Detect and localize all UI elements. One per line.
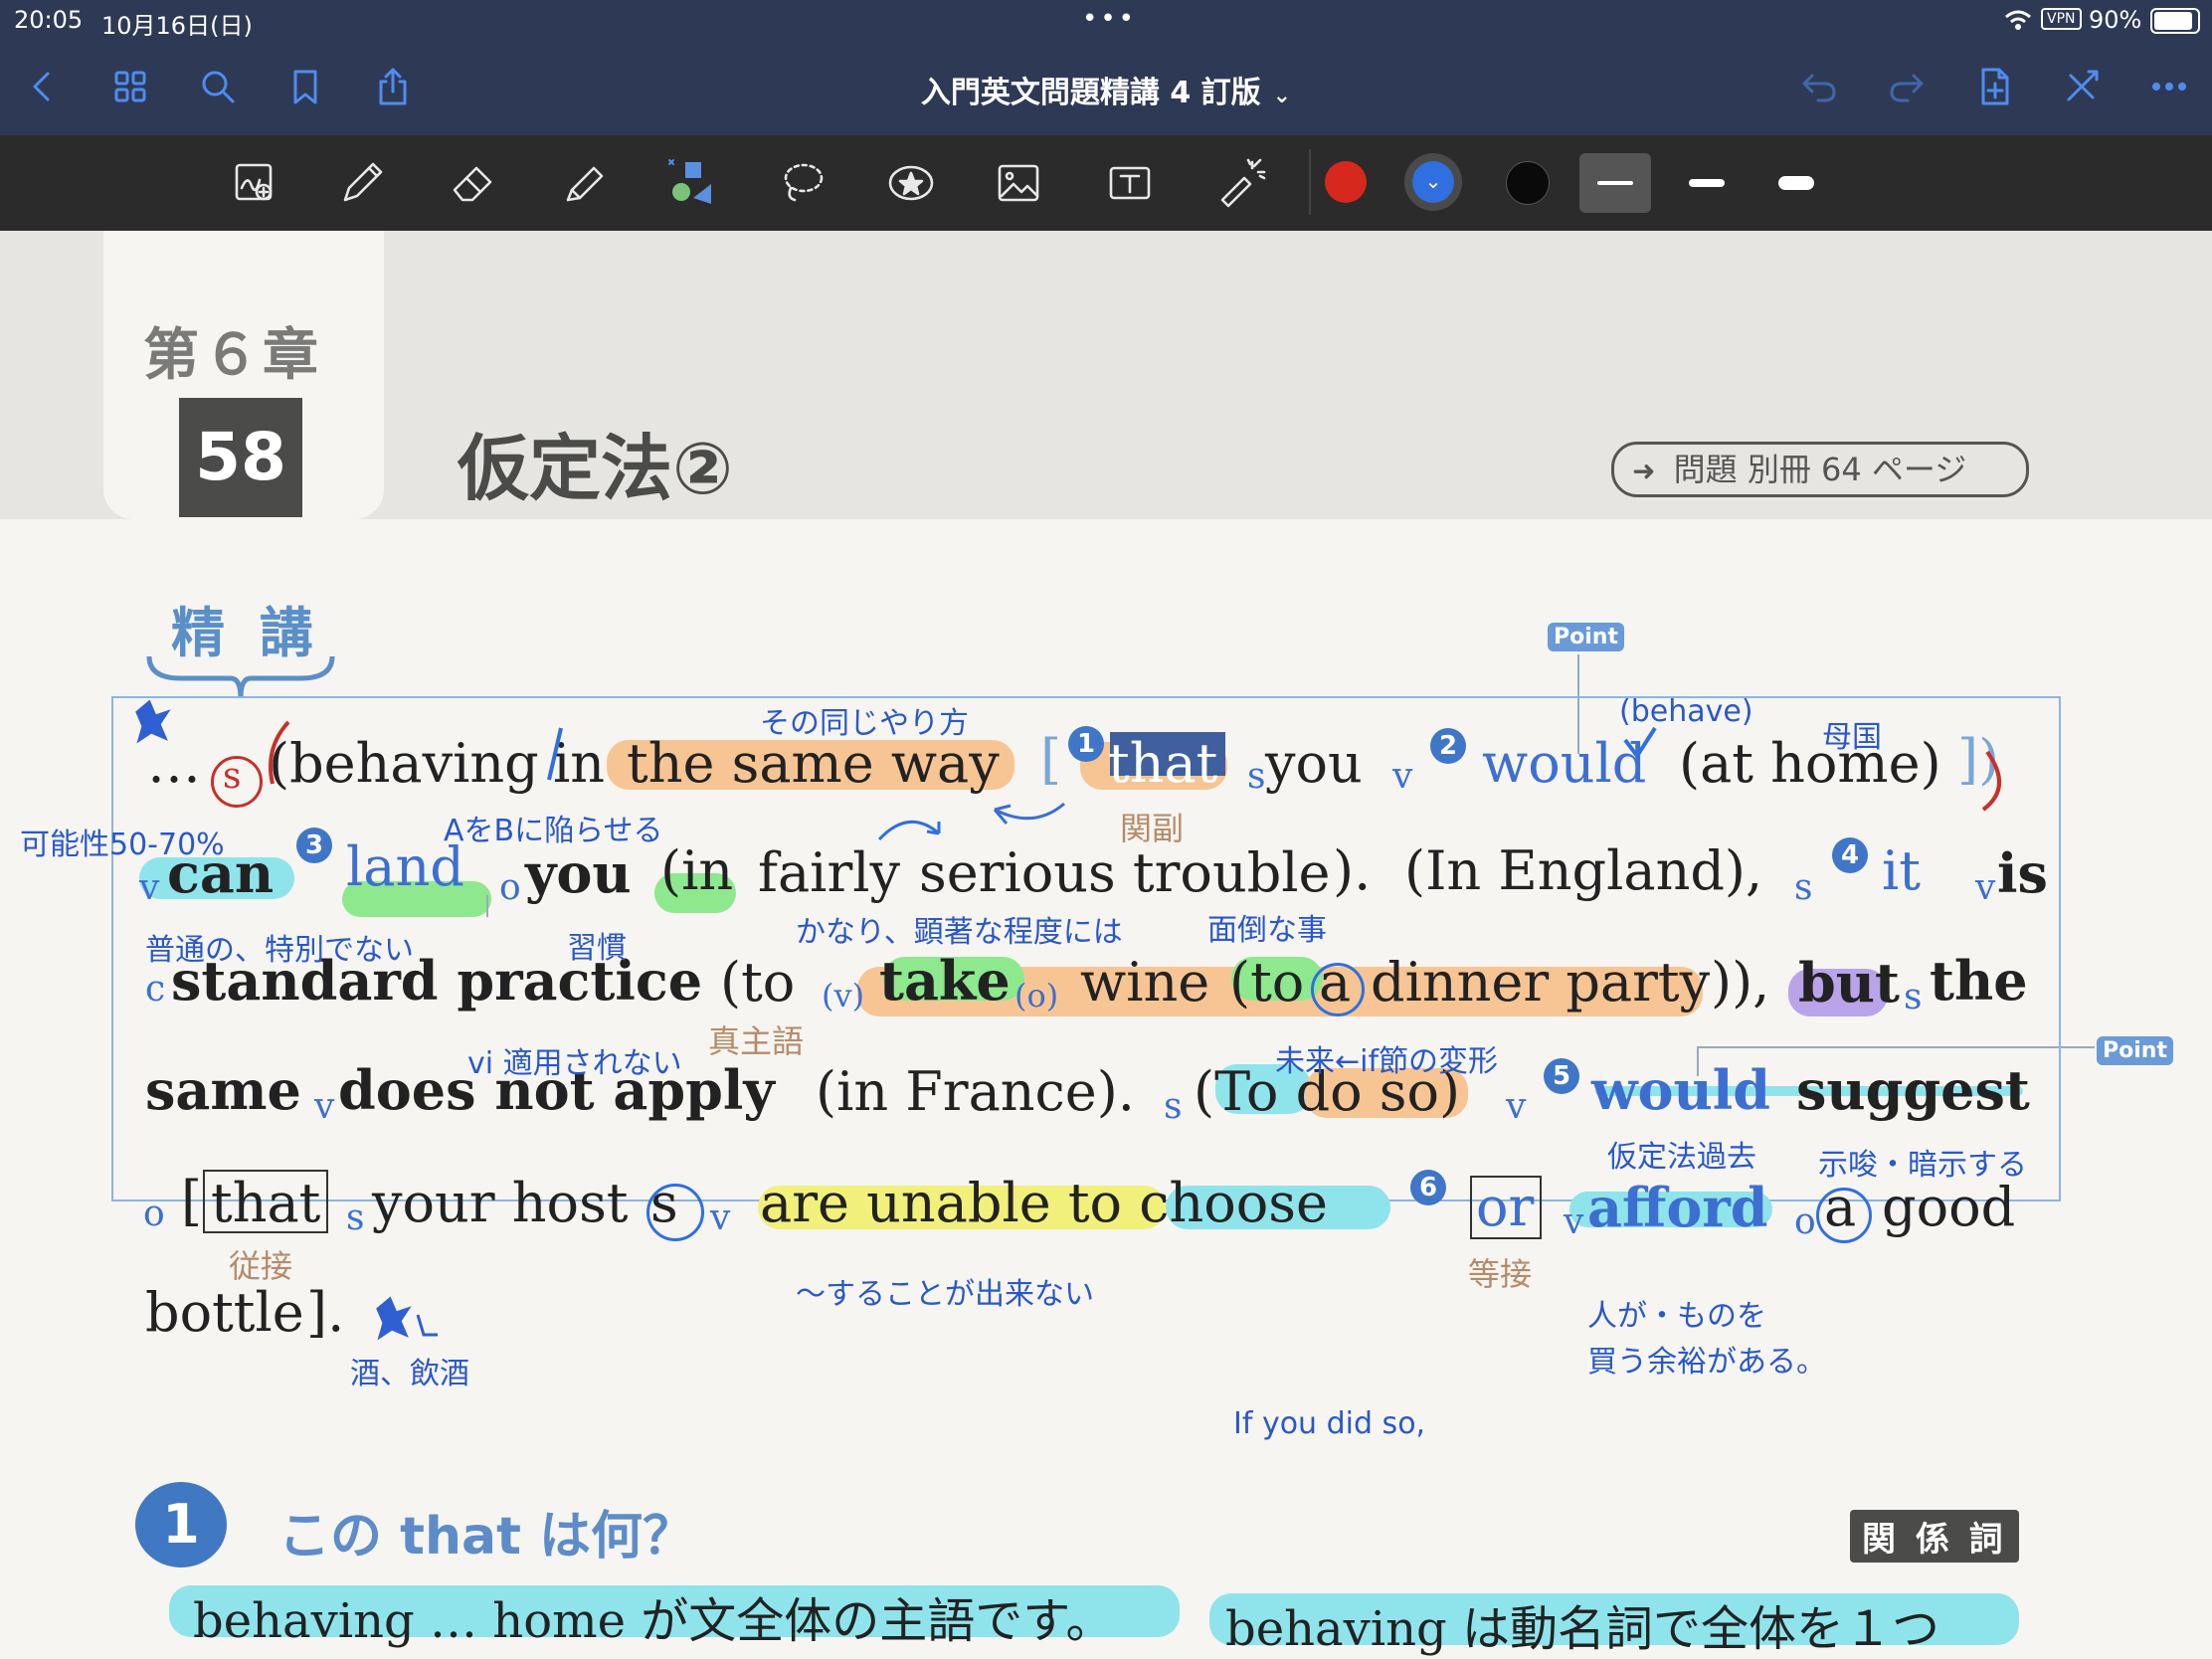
wifi-icon xyxy=(2003,8,2033,38)
explanation-text: behaving は動名詞で全体を１つ xyxy=(1225,1601,1940,1657)
color-blue-swatch-selected[interactable]: ⌄ xyxy=(1404,153,1462,211)
annotation-toolbar: ⌄ xyxy=(0,135,2212,231)
shapes-icon[interactable] xyxy=(660,153,724,213)
text-tool-icon[interactable] xyxy=(1098,153,1162,213)
lasso-icon[interactable] xyxy=(772,153,835,213)
color-red-swatch[interactable] xyxy=(1325,161,1367,203)
multitask-dots[interactable]: ••• xyxy=(1082,4,1137,34)
image-icon[interactable] xyxy=(987,153,1050,213)
add-page-icon[interactable] xyxy=(1967,60,2021,113)
question-title: この that は何？ xyxy=(278,1507,695,1567)
more-icon[interactable] xyxy=(2142,60,2196,113)
pen-strokes xyxy=(135,699,2002,1341)
topic-tag: 関 係 詞 xyxy=(1850,1510,2019,1563)
status-bar: 20:05 10月16日(日) ••• VPN 90% xyxy=(0,0,2212,40)
question-badge: 1 xyxy=(135,1482,227,1567)
zoom-writing-icon[interactable] xyxy=(223,153,286,213)
close-edit-icon[interactable] xyxy=(2055,60,2109,113)
eraser-icon[interactable] xyxy=(442,153,505,213)
laser-pointer-icon[interactable] xyxy=(1209,153,1273,213)
highlighter-icon[interactable] xyxy=(553,153,617,213)
battery-percent: 90% xyxy=(2089,6,2142,34)
sticker-star-icon[interactable] xyxy=(879,153,943,213)
vpn-badge: VPN xyxy=(2041,8,2082,30)
undo-icon[interactable] xyxy=(1792,60,1846,113)
stroke-thin-button[interactable] xyxy=(1579,153,1651,213)
explanation-text: behaving … home が文全体の主語です。 xyxy=(193,1593,1114,1649)
chevron-down-icon: ⌄ xyxy=(1412,161,1454,203)
stroke-medium-button[interactable] xyxy=(1671,153,1743,213)
nav-bar: 入門英文問題精講 4 訂版 ⌄ xyxy=(0,40,2212,135)
toolbar-divider xyxy=(1309,149,1311,215)
chevron-down-icon[interactable]: ⌄ xyxy=(1273,84,1291,108)
redo-icon[interactable] xyxy=(1880,60,1934,113)
status-time: 20:05 xyxy=(14,6,84,34)
color-black-swatch[interactable] xyxy=(1506,161,1550,205)
stroke-thick-button[interactable] xyxy=(1760,153,1832,213)
status-date: 10月16日(日) xyxy=(101,12,253,40)
pen-icon[interactable] xyxy=(330,153,394,213)
battery-icon xyxy=(2150,8,2200,34)
document-page[interactable]: 第６章 58 仮定法② ➜ 問題 別冊 64 ページ 精 講 Point Poi… xyxy=(0,231,2212,1659)
